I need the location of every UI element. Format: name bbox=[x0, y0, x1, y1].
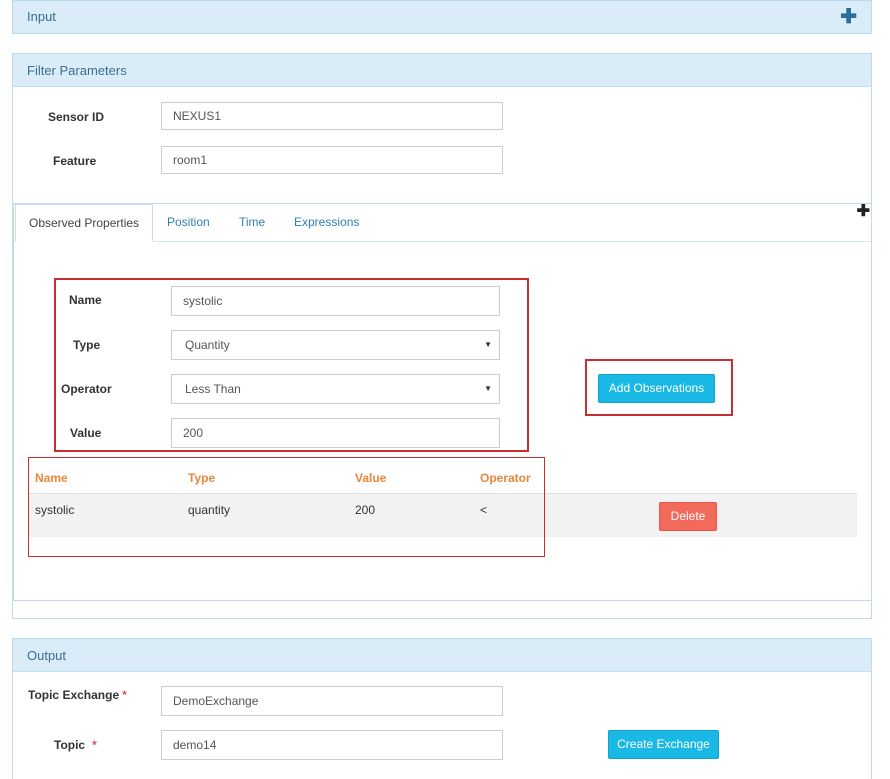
obs-type-select[interactable]: Quantity ▼ bbox=[171, 330, 500, 360]
filter-panel-title: Filter Parameters bbox=[27, 63, 127, 78]
create-exchange-button[interactable]: Create Exchange bbox=[608, 730, 719, 759]
sensor-id-label: Sensor ID bbox=[48, 110, 105, 124]
expand-plus-icon[interactable]: ✚ bbox=[840, 1, 857, 33]
filter-panel-header: Filter Parameters bbox=[13, 54, 871, 87]
topic-label: Topic * bbox=[54, 738, 97, 752]
obs-value-input[interactable]: 200 bbox=[171, 418, 500, 448]
table-header-type: Type bbox=[188, 471, 216, 485]
table-cell-operator: < bbox=[480, 503, 488, 517]
obs-type-label: Type bbox=[73, 338, 101, 352]
topic-exchange-input[interactable]: DemoExchange bbox=[161, 686, 503, 716]
obs-value-label: Value bbox=[70, 426, 102, 440]
obs-name-input[interactable]: systolic bbox=[171, 286, 500, 316]
observations-table-highlight bbox=[28, 457, 545, 557]
obs-operator-select[interactable]: Less Than ▼ bbox=[171, 374, 500, 404]
input-panel-title: Input bbox=[27, 9, 56, 24]
tab-position[interactable]: Position bbox=[167, 204, 210, 241]
add-tab-plus-icon[interactable]: ✚ bbox=[857, 201, 870, 221]
table-header-value: Value bbox=[355, 471, 387, 485]
caret-down-icon: ▼ bbox=[484, 384, 492, 393]
tab-strip: Observed Properties Position Time Expres… bbox=[14, 204, 871, 242]
input-panel: Input ✚ bbox=[12, 0, 872, 34]
tab-observed-properties[interactable]: Observed Properties bbox=[15, 204, 154, 242]
required-mark: * bbox=[122, 688, 127, 702]
caret-down-icon: ▼ bbox=[484, 340, 492, 349]
table-header-name: Name bbox=[35, 471, 68, 485]
input-panel-header[interactable]: Input ✚ bbox=[13, 1, 871, 33]
output-panel-title: Output bbox=[27, 648, 67, 663]
tab-expressions[interactable]: Expressions bbox=[294, 204, 359, 241]
table-cell-name: systolic bbox=[35, 503, 75, 517]
topic-input[interactable]: demo14 bbox=[161, 730, 503, 760]
obs-name-label: Name bbox=[69, 293, 102, 307]
topic-exchange-label: Topic Exchange * bbox=[28, 688, 127, 702]
topic-label-text: Topic bbox=[54, 738, 86, 752]
feature-input[interactable]: room1 bbox=[161, 146, 503, 174]
delete-button[interactable]: Delete bbox=[659, 502, 717, 531]
required-mark: * bbox=[92, 738, 97, 752]
obs-operator-label: Operator bbox=[61, 382, 112, 396]
obs-operator-value: Less Than bbox=[185, 382, 241, 396]
sensor-id-input[interactable]: NEXUS1 bbox=[161, 102, 503, 130]
obs-type-value: Quantity bbox=[185, 338, 230, 352]
add-observations-button[interactable]: Add Observations bbox=[598, 374, 715, 403]
table-header-operator: Operator bbox=[480, 471, 531, 485]
feature-label: Feature bbox=[53, 154, 97, 168]
topic-exchange-label-text: Topic Exchange bbox=[28, 688, 120, 702]
tab-time[interactable]: Time bbox=[239, 204, 265, 241]
table-cell-value: 200 bbox=[355, 503, 376, 517]
output-panel-header: Output bbox=[13, 639, 871, 672]
table-cell-type: quantity bbox=[188, 503, 231, 517]
